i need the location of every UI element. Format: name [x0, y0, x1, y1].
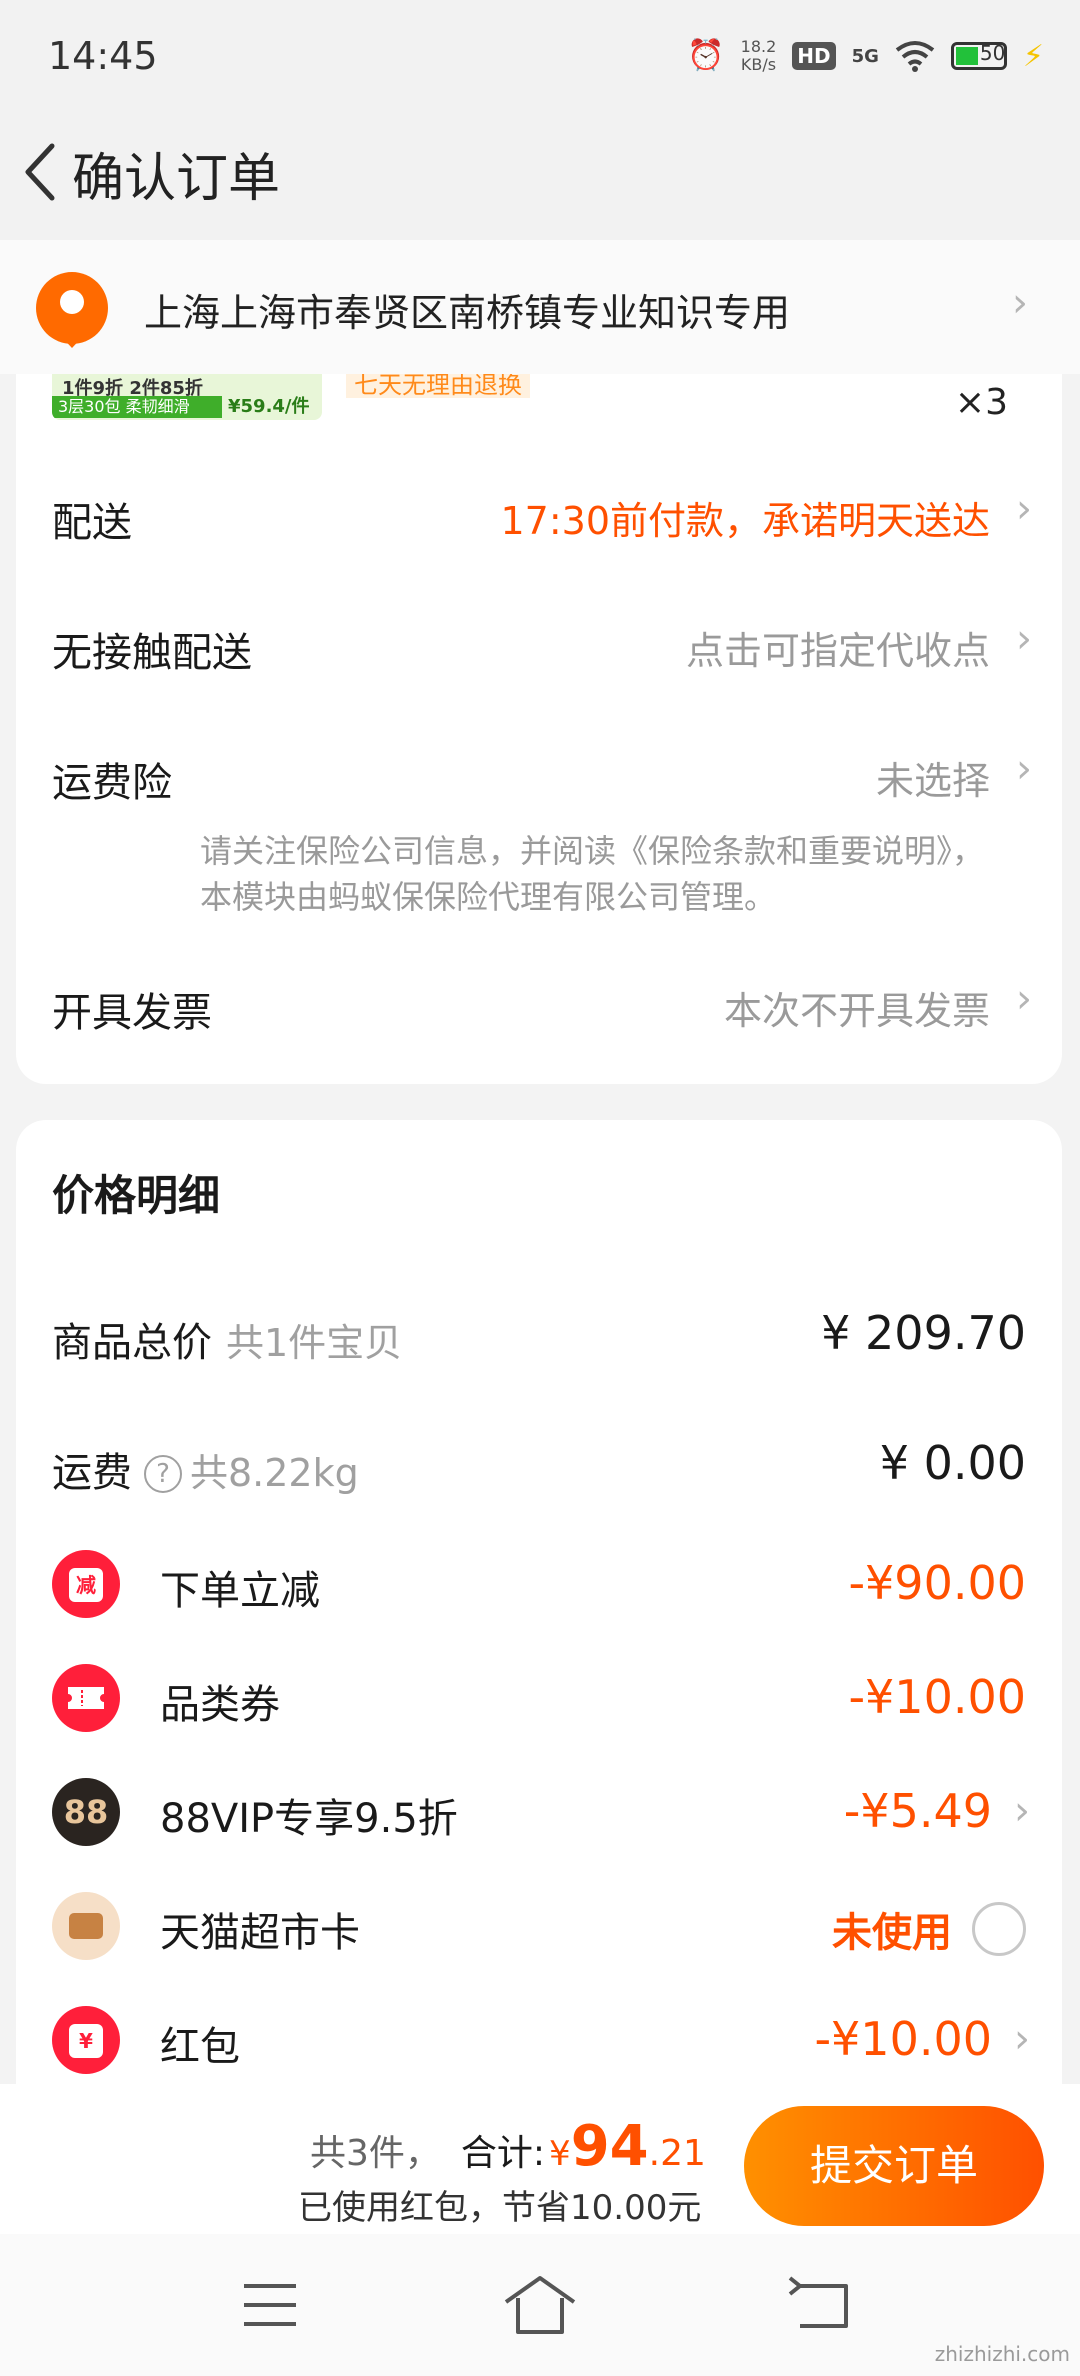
contactless-delivery-row[interactable]: 无接触配送 点击可指定代收点 › [16, 604, 1062, 684]
chevron-right-icon: › [1014, 1788, 1030, 1834]
total-decimal: .21 [648, 2133, 706, 2174]
red-packet-amount: -¥10.00 [814, 2012, 992, 2066]
chevron-right-icon: › [1016, 746, 1032, 792]
delivery-value: 17:30前付款，承诺明天送达 [500, 499, 990, 543]
shipping-insurance-row[interactable]: 运费险 未选择 › [16, 734, 1062, 814]
charging-icon: ⚡ [1022, 38, 1044, 74]
chevron-right-icon: › [1016, 486, 1032, 532]
red-packet-row[interactable]: ¥ 红包 -¥10.00 › [16, 2002, 1062, 2082]
coupon-ticket-icon [52, 1664, 120, 1732]
category-coupon-amount: -¥10.00 [848, 1670, 1026, 1724]
total-label: 合计: [460, 2133, 546, 2174]
invoice-label: 开具发票 [52, 990, 212, 1036]
home-icon[interactable] [490, 2270, 590, 2340]
invoice-value: 本次不开具发票 [723, 989, 990, 1033]
header: 确认订单 [0, 110, 1080, 240]
discount-badge-icon: 减 [52, 1550, 120, 1618]
product-promo-image[interactable]: 1件9折 2件85折 3层30包 柔韧细滑 ¥59.4/件 [52, 374, 322, 420]
total-line: 共3件， 合计: ¥94.21 [310, 2114, 706, 2179]
battery-icon: 50 [950, 41, 1007, 70]
contactless-label: 无接触配送 [52, 630, 252, 676]
goods-count: 共1件宝贝 [226, 1321, 403, 1365]
red-packet-label: 红包 [160, 2024, 240, 2070]
chevron-right-icon: › [1016, 976, 1032, 1022]
tmall-card-row[interactable]: 天猫超市卡 未使用 [16, 1888, 1062, 1968]
order-discount-label: 下单立减 [160, 1568, 320, 1614]
net-speed: 18.2 KB/s [741, 38, 777, 74]
goods-total-label: 商品总价 共1件宝贝 [52, 1320, 403, 1366]
promo-spec-text: 3层30包 柔韧细滑 [52, 396, 222, 418]
card-wallet-icon [52, 1892, 120, 1960]
menu-icon[interactable] [220, 2270, 320, 2340]
battery-level: 50 [979, 41, 1006, 65]
contactless-value: 点击可指定代收点 [685, 629, 990, 673]
status-time: 14:45 [48, 34, 158, 78]
vip-discount-amount: -¥5.49 [843, 1784, 992, 1838]
price-details-card: 价格明细 商品总价 共1件宝贝 ¥ 209.70 运费? 共8.22kg ¥ 0.0… [16, 1120, 1062, 2120]
location-pin-tip [57, 332, 87, 348]
vip88-badge-icon: 88 [52, 1778, 120, 1846]
watermark-text: zhizhizhi.com [934, 2342, 1070, 2366]
order-discount-amount: -¥90.00 [848, 1556, 1026, 1610]
invoice-row[interactable]: 开具发票 本次不开具发票 › [16, 964, 1062, 1044]
shipping-fee-row: 运费? 共8.22kg ¥ 0.00 [16, 1426, 1062, 1506]
vip-discount-label: 88VIP专享9.5折 [160, 1796, 458, 1842]
back-arrow-icon [25, 143, 55, 201]
saving-note: 已使用红包，节省10.00元 [298, 2188, 702, 2228]
status-bar: 14:45 ⏰ 18.2 KB/s HD 5G 50 ⚡ [0, 0, 1080, 110]
category-coupon-row: 品类券 -¥10.00 [16, 1660, 1062, 1740]
back-button[interactable] [10, 140, 70, 210]
chevron-right-icon: › [1012, 280, 1028, 326]
total-integer: 94 [570, 2114, 649, 2179]
vip-discount-row[interactable]: 88 88VIP专享9.5折 -¥5.49 › [16, 1774, 1062, 1854]
shipping-fee-amount: ¥ 0.00 [879, 1436, 1026, 1490]
order-options-card: 1件9折 2件85折 3层30包 柔韧细滑 ¥59.4/件 七天无理由退换 ×3… [16, 374, 1062, 1084]
wifi-icon [895, 41, 935, 72]
tmall-card-radio[interactable] [972, 1902, 1026, 1956]
address-bar[interactable]: 上海上海市奉贤区南桥镇专业知识专用 › [0, 240, 1080, 374]
checkout-bar: 共3件， 合计: ¥94.21 已使用红包，节省10.00元 提交订单 [0, 2084, 1080, 2234]
address-text: 上海上海市奉贤区南桥镇专业知识专用 [144, 291, 791, 335]
product-quantity: ×3 [954, 382, 1008, 423]
shipping-weight: 共8.22kg [190, 1451, 359, 1495]
tmall-card-label: 天猫超市卡 [160, 1910, 360, 1956]
promo-price-text: ¥59.4/件 [228, 396, 310, 417]
alarm-icon: ⏰ [687, 38, 725, 73]
price-details-title: 价格明细 [52, 1171, 221, 1220]
net-speed-unit: KB/s [740, 55, 777, 74]
item-count: 共3件， [310, 2133, 441, 2174]
help-icon[interactable]: ? [144, 1455, 182, 1493]
delivery-label: 配送 [52, 500, 132, 546]
submit-order-button[interactable]: 提交订单 [744, 2106, 1044, 2226]
system-nav-bar: zhizhizhi.com [0, 2234, 1080, 2376]
goods-total-row: 商品总价 共1件宝贝 ¥ 209.70 [16, 1296, 1062, 1376]
total-currency: ¥ [549, 2134, 571, 2174]
back-nav-icon[interactable] [770, 2270, 870, 2340]
delivery-row[interactable]: 配送 17:30前付款，承诺明天送达 › [16, 474, 1062, 554]
shipping-insurance-value: 未选择 [875, 759, 990, 803]
signal-5g-icon: 5G [851, 45, 879, 67]
page-title: 确认订单 [72, 149, 281, 209]
order-discount-row: 减 下单立减 -¥90.00 [16, 1546, 1062, 1626]
tmall-card-status: 未使用 [832, 1910, 952, 1956]
shipping-fee-label: 运费? 共8.22kg [52, 1450, 359, 1496]
shipping-insurance-label: 运费险 [52, 760, 172, 806]
red-packet-icon: ¥ [52, 2006, 120, 2074]
insurance-note: 请关注保险公司信息，并阅读《保险条款和重要说明》，本模块由蚂蚁保保险代理有限公司… [200, 832, 985, 916]
category-coupon-label: 品类券 [160, 1682, 280, 1728]
chevron-right-icon: › [1014, 2016, 1030, 2062]
status-icons: ⏰ 18.2 KB/s HD 5G 50 ⚡ [687, 36, 1044, 76]
hd-icon: HD [792, 42, 836, 70]
return-policy-tag: 七天无理由退换 [346, 374, 530, 398]
goods-total-amount: ¥ 209.70 [821, 1306, 1026, 1360]
net-speed-value: 18.2 [740, 37, 777, 56]
chevron-right-icon: › [1016, 616, 1032, 662]
